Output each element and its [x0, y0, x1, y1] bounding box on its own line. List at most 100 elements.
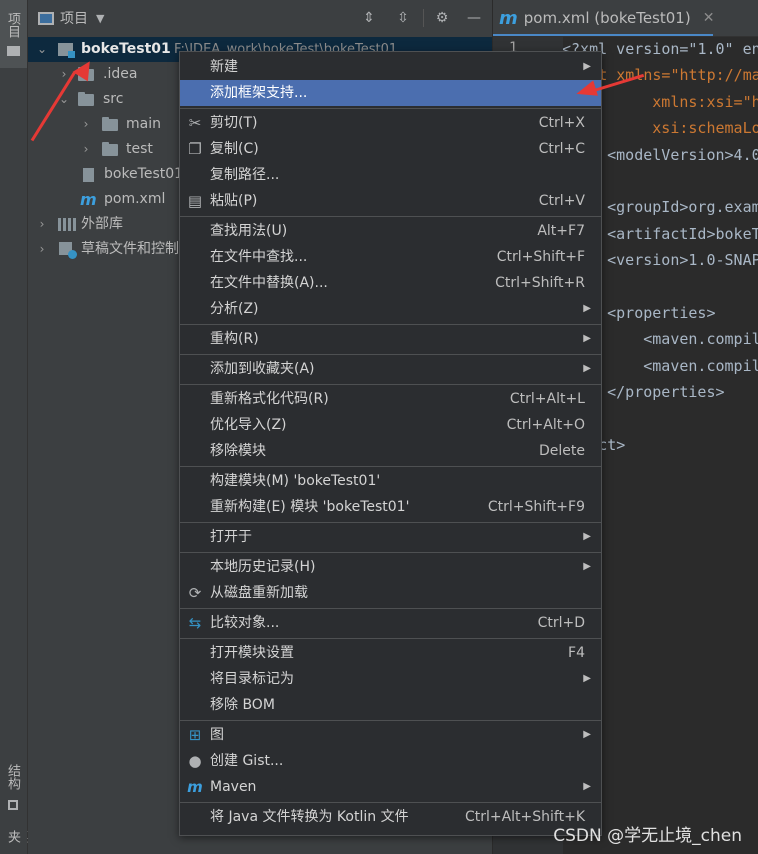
iml-file-icon	[83, 168, 94, 182]
menu-item[interactable]: m Maven ▶	[180, 774, 601, 800]
menu-item[interactable]: 打开于 ▶	[180, 524, 601, 550]
menu-item[interactable]: 将目录标记为 ▶	[180, 666, 601, 692]
menu-item[interactable]: 重新构建(E) 模块 'bokeTest01' Ctrl+Shift+F9	[180, 494, 601, 520]
menu-item-label: 比较对象...	[210, 615, 280, 631]
menu-separator	[180, 522, 601, 523]
menu-item[interactable]: 移除 BOM	[180, 692, 601, 718]
menu-separator	[180, 466, 601, 467]
context-menu: 新建 ▶ 添加框架支持... ✂ 剪切(T) Ctrl+X ❐ 复制(C) Ctrl+C 复制路径…	[179, 51, 602, 836]
dropdown-icon[interactable]: ▼	[96, 12, 104, 25]
menu-item-label: 创建 Gist...	[210, 753, 284, 769]
tree-label: main	[126, 116, 161, 132]
menu-item-label: 添加到收藏夹(A)	[210, 361, 315, 377]
menu-item-label: 复制路径...	[210, 167, 280, 183]
library-icon	[58, 218, 76, 231]
submenu-arrow-icon: ▶	[583, 781, 591, 792]
menu-item[interactable]: 重构(R) ▶	[180, 326, 601, 352]
chevron-right-icon[interactable]: ›	[80, 137, 92, 162]
menu-item-shortcut: Ctrl+D	[537, 615, 585, 631]
menu-item-label: 在文件中替换(A)...	[210, 275, 328, 291]
tree-label: bokeTest01	[81, 41, 171, 57]
menu-separator	[180, 552, 601, 553]
menu-item-label: 分析(Z)	[210, 301, 259, 317]
menu-item-label: 优化导入(Z)	[210, 417, 287, 433]
tree-label: pom.xml	[104, 191, 166, 207]
menu-item-shortcut: Ctrl+Alt+L	[509, 391, 585, 407]
structure-icon	[8, 800, 18, 810]
menu-item[interactable]: 新建 ▶	[180, 54, 601, 80]
copy-icon: ❐	[188, 140, 202, 158]
scratches-icon	[59, 242, 77, 259]
menu-item[interactable]: ❐ 复制(C) Ctrl+C	[180, 136, 601, 162]
menu-item[interactable]: 添加框架支持...	[180, 80, 601, 106]
gear-icon[interactable]: ⚙	[434, 10, 450, 26]
menu-item[interactable]: ⊞ 图 ▶	[180, 722, 601, 748]
menu-item-shortcut: Ctrl+Shift+R	[495, 275, 585, 291]
menu-item[interactable]: 优化导入(Z) Ctrl+Alt+O	[180, 412, 601, 438]
editor-tab-label: pom.xml (bokeTest01)	[523, 9, 691, 27]
tree-label: src	[103, 91, 124, 107]
menu-item-label: 打开模块设置	[210, 645, 294, 661]
submenu-arrow-icon: ▶	[583, 531, 591, 542]
menu-separator	[180, 324, 601, 325]
menu-item-label: 剪切(T)	[210, 115, 258, 131]
submenu-arrow-icon: ▶	[583, 303, 591, 314]
menu-item-shortcut: Ctrl+X	[538, 115, 585, 131]
close-icon[interactable]: ✕	[703, 10, 715, 26]
menu-item[interactable]: 重新格式化代码(R) Ctrl+Alt+L	[180, 386, 601, 412]
menu-item-label: 新建	[210, 59, 238, 75]
module-icon	[58, 43, 75, 58]
menu-item[interactable]: 分析(Z) ▶	[180, 296, 601, 322]
menu-item-shortcut: Ctrl+V	[538, 193, 585, 209]
menu-item-shortcut: Alt+F7	[537, 223, 585, 239]
panel-title[interactable]: 项目	[60, 8, 88, 28]
menu-item[interactable]: ● 创建 Gist...	[180, 748, 601, 774]
menu-item-shortcut: F4	[568, 645, 585, 661]
side-tab-structure[interactable]: 结构	[3, 764, 22, 790]
menu-item[interactable]: 移除模块 Delete	[180, 438, 601, 464]
folder-icon	[7, 46, 20, 56]
menu-separator	[180, 384, 601, 385]
menu-item-label: 查找用法(U)	[210, 223, 288, 239]
submenu-arrow-icon: ▶	[583, 363, 591, 374]
menu-item[interactable]: 本地历史记录(H) ▶	[180, 554, 601, 580]
menu-item-label: 移除 BOM	[210, 697, 275, 713]
menu-item[interactable]: 添加到收藏夹(A) ▶	[180, 356, 601, 382]
menu-item[interactable]: ✂ 剪切(T) Ctrl+X	[180, 110, 601, 136]
watermark: CSDN @学无止境_chen	[553, 826, 742, 846]
menu-item[interactable]: 复制路径...	[180, 162, 601, 188]
minimize-icon[interactable]: —	[466, 10, 482, 26]
tool-window-strip: 项目 结构 藏夹	[0, 0, 39, 854]
chevron-right-icon[interactable]: ›	[36, 237, 48, 262]
menu-item[interactable]: 在文件中替换(A)... Ctrl+Shift+R	[180, 270, 601, 296]
collapse-all-icon[interactable]: ⇳	[395, 10, 411, 26]
editor-tab-pom[interactable]: m pom.xml (bokeTest01) ✕	[499, 0, 714, 36]
menu-item[interactable]: ▤ 粘贴(P) Ctrl+V	[180, 188, 601, 214]
editor-tab-bar: m pom.xml (bokeTest01) ✕	[493, 0, 758, 37]
menu-item[interactable]: 构建模块(M) 'bokeTest01'	[180, 468, 601, 494]
expand-all-icon[interactable]: ⇕	[361, 10, 377, 26]
menu-item-label: 将目录标记为	[210, 671, 294, 687]
menu-item[interactable]: ⟳ 从磁盘重新加载	[180, 580, 601, 606]
menu-item-label: 从磁盘重新加载	[210, 585, 308, 601]
chevron-right-icon[interactable]: ›	[36, 212, 48, 237]
menu-item[interactable]: 查找用法(U) Alt+F7	[180, 218, 601, 244]
menu-item-shortcut: Delete	[539, 443, 585, 459]
menu-item-shortcut: Ctrl+Shift+F	[496, 249, 585, 265]
submenu-arrow-icon: ▶	[583, 61, 591, 72]
chevron-right-icon[interactable]: ›	[80, 112, 92, 137]
menu-separator	[180, 354, 601, 355]
maven-icon: m	[187, 778, 203, 796]
menu-item[interactable]: 将 Java 文件转换为 Kotlin 文件 Ctrl+Alt+Shift+K	[180, 804, 601, 830]
menu-item-label: 将 Java 文件转换为 Kotlin 文件	[210, 809, 409, 825]
reload-icon: ⟳	[188, 584, 202, 602]
chevron-down-icon[interactable]: ⌄	[36, 37, 48, 62]
tree-label: 草稿文件和控制台	[81, 241, 193, 257]
side-tab-project[interactable]: 项目	[3, 12, 22, 38]
menu-item-label: 构建模块(M) 'bokeTest01'	[210, 473, 381, 489]
tree-label: .idea	[103, 66, 138, 82]
menu-item[interactable]: ⇆ 比较对象... Ctrl+D	[180, 610, 601, 636]
menu-item[interactable]: 在文件中查找... Ctrl+Shift+F	[180, 244, 601, 270]
menu-item[interactable]: 打开模块设置 F4	[180, 640, 601, 666]
folder-icon	[78, 92, 94, 106]
